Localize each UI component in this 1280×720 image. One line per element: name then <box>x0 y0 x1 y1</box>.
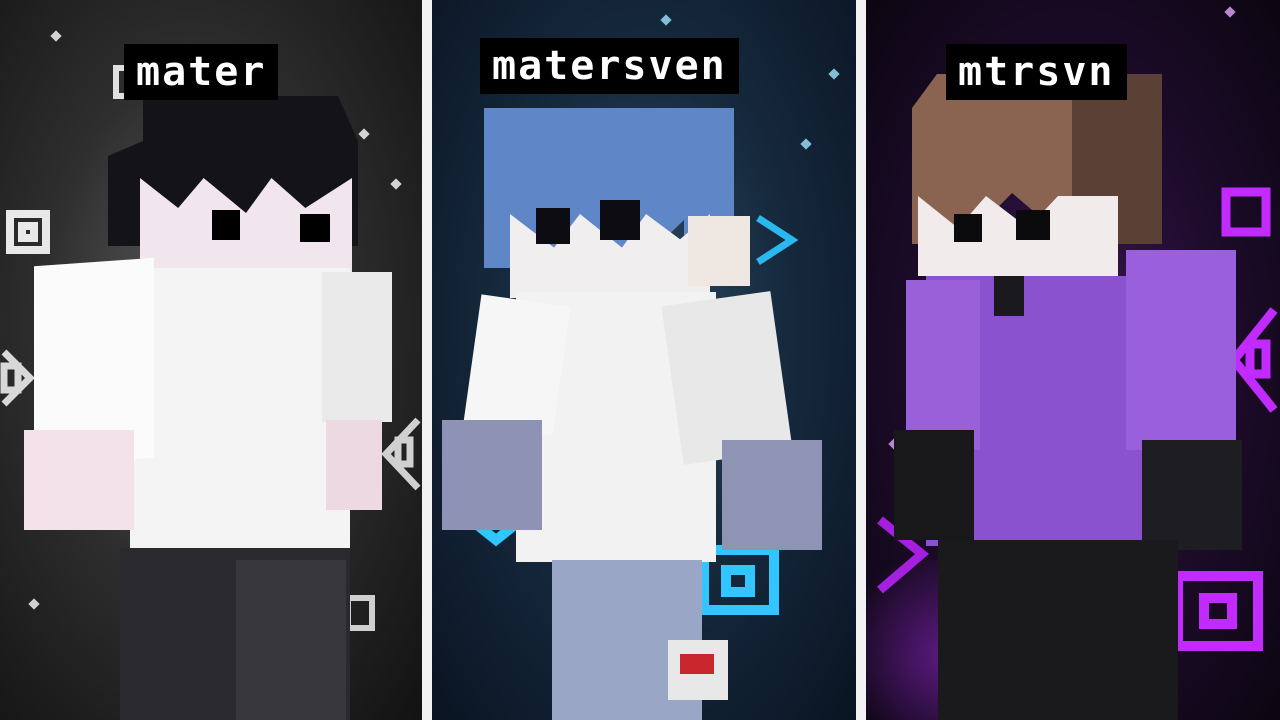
eye-left <box>954 214 982 242</box>
sparkle <box>1224 6 1236 18</box>
forearm-right <box>326 420 382 510</box>
enchant-glyph-icon <box>1221 187 1271 237</box>
sparkle <box>800 138 812 150</box>
arm-left <box>906 280 980 450</box>
sparkle <box>50 30 62 42</box>
arm-left <box>463 294 571 436</box>
sparkle <box>28 598 40 610</box>
ear <box>688 216 750 286</box>
arm-right <box>1126 250 1236 450</box>
forearm-left <box>24 430 134 530</box>
shoe-stripe <box>680 654 714 674</box>
enchant-glyph-icon <box>756 215 799 265</box>
eye-right <box>300 214 330 242</box>
eye-left <box>212 210 240 240</box>
forearm-right <box>722 440 822 550</box>
sparkle <box>660 14 672 26</box>
forearm-right <box>1142 440 1242 550</box>
pants-shade <box>236 560 346 720</box>
arm-right <box>322 272 392 422</box>
collar <box>994 276 1024 316</box>
panel-matersven: matersven <box>432 0 856 720</box>
divider-right <box>856 0 866 720</box>
torso <box>130 268 350 558</box>
arm-right <box>661 291 793 465</box>
eye-left <box>536 208 570 244</box>
pants <box>938 540 1178 720</box>
sparkle <box>358 128 370 140</box>
panel-mater: mater <box>0 0 422 720</box>
enchant-glyph-icon <box>1173 571 1263 651</box>
panel-mtrsvn: mtrsvn <box>866 0 1280 720</box>
nametag: matersven <box>480 38 739 94</box>
sparkle <box>390 178 402 190</box>
eye-right <box>600 200 640 240</box>
eye-right <box>1016 210 1050 240</box>
nametag: mater <box>124 44 279 100</box>
forearm-left <box>442 420 542 530</box>
nametag: mtrsvn <box>946 44 1127 100</box>
divider-left <box>422 0 432 720</box>
sparkle <box>828 68 840 80</box>
forearm-left <box>894 430 974 540</box>
